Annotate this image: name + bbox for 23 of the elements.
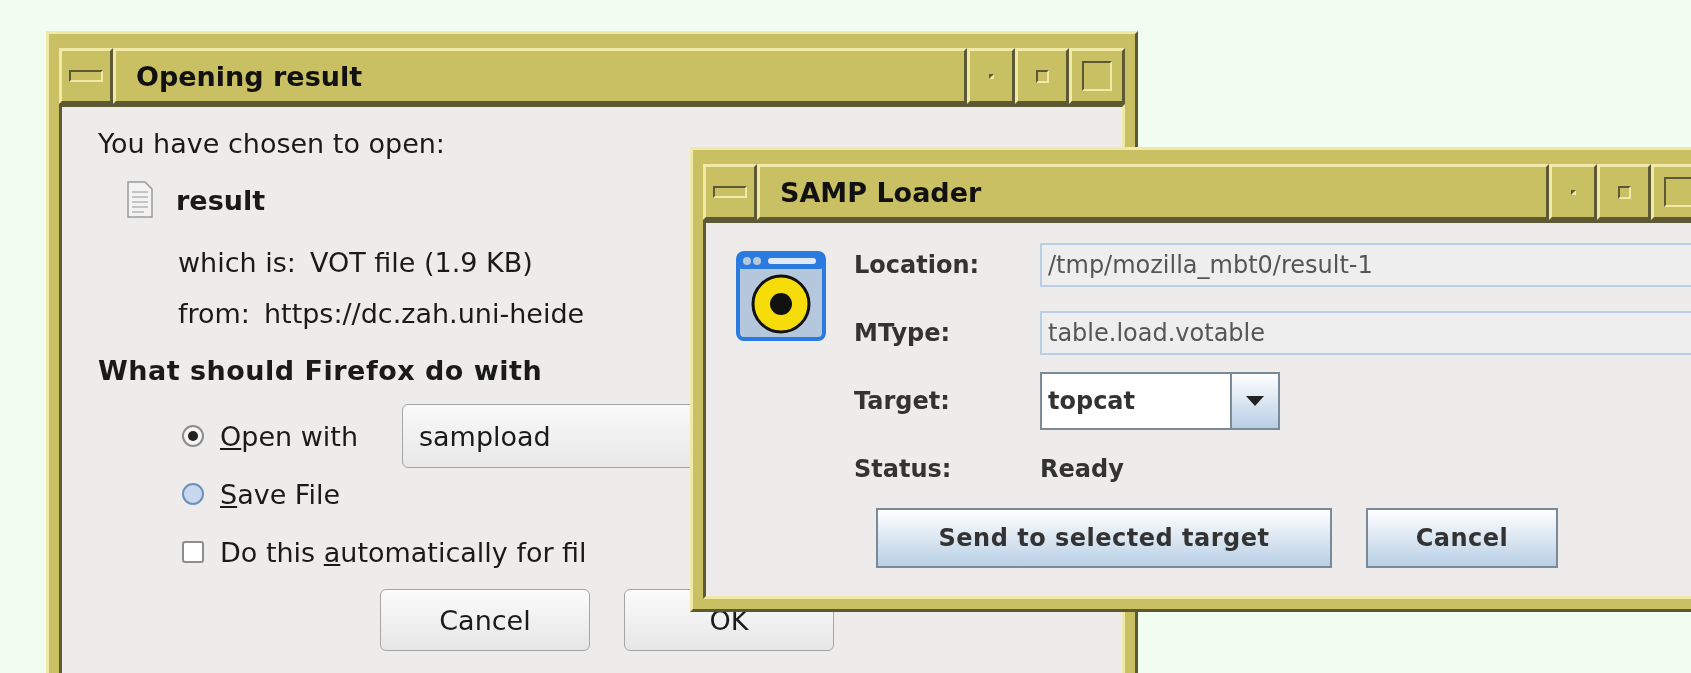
option-label[interactable]: Save File bbox=[220, 478, 341, 510]
source-url: https://dc.zah.uni-heide bbox=[263, 297, 585, 329]
field-label: from: bbox=[178, 297, 250, 329]
file-type: VOT file (1.9 KB) bbox=[309, 246, 533, 278]
window-title: Opening result bbox=[113, 48, 967, 104]
status-value: Ready bbox=[1040, 455, 1124, 483]
send-button[interactable]: Send to selected target bbox=[876, 508, 1332, 568]
option-label[interactable]: Open with bbox=[220, 420, 358, 452]
cancel-button[interactable]: Cancel bbox=[1366, 508, 1558, 568]
intro-text: You have chosen to open: bbox=[98, 127, 445, 159]
file-name: result bbox=[176, 184, 266, 216]
text-field[interactable]: table.load.votable bbox=[1040, 311, 1691, 355]
field-label: MType: bbox=[854, 319, 952, 347]
target-dropdown[interactable]: topcat bbox=[1040, 372, 1280, 430]
question-text: What should Firefox do with bbox=[98, 354, 543, 386]
field-label: Target: bbox=[854, 387, 951, 415]
text-field[interactable]: /tmp/mozilla_mbt0/result-1 bbox=[1040, 243, 1691, 287]
window-title: SAMP Loader bbox=[757, 164, 1549, 220]
cancel-button[interactable]: Cancel bbox=[380, 589, 590, 651]
field-label: which is: bbox=[178, 246, 296, 278]
field-label: Status: bbox=[854, 455, 953, 483]
option-label[interactable]: Do this automatically for fil bbox=[220, 536, 587, 568]
field-label: Location: bbox=[854, 251, 981, 279]
